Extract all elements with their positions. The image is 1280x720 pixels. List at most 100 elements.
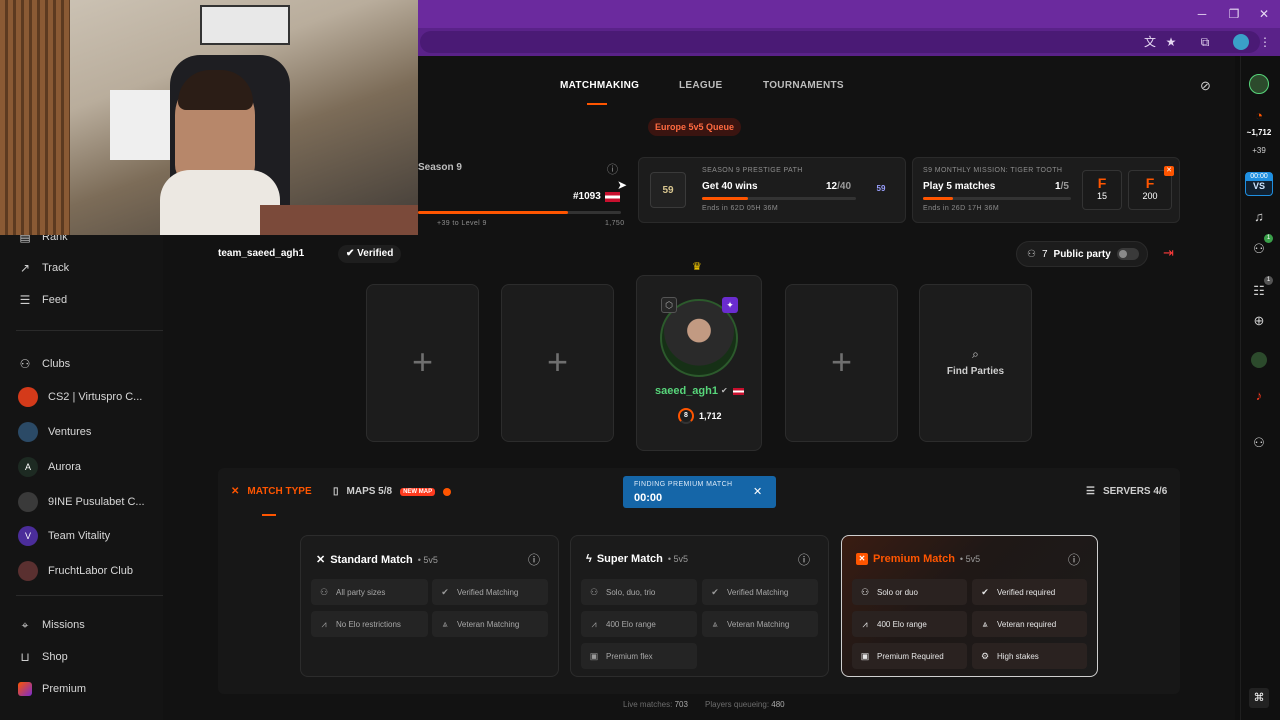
tab-league[interactable]: LEAGUE (679, 80, 722, 91)
profile-avatar[interactable] (1233, 34, 1249, 50)
club-item[interactable]: 9INE Pusulabet C... (18, 492, 145, 512)
restore-icon[interactable]: ❐ (1226, 6, 1242, 22)
club-item[interactable]: Ventures (18, 422, 91, 442)
headset-icon[interactable]: ♪ (1250, 387, 1268, 405)
mission-progress-fill (923, 197, 953, 200)
premium-icon (18, 682, 32, 696)
card-chip: ✔ Verified required (972, 579, 1087, 605)
card-title: Super Match (596, 553, 663, 565)
party-list-icon[interactable]: ☷ (1250, 282, 1268, 300)
user-avatar[interactable] (1249, 74, 1269, 94)
find-parties-slot[interactable]: ⌕ Find Parties (919, 284, 1032, 442)
card-title: Premium Match (873, 553, 955, 565)
party-icon: ⚇ (1027, 248, 1036, 260)
tab-match-type[interactable]: ✕ MATCH TYPE (231, 486, 312, 497)
elo-icon: ⩘ (591, 618, 597, 629)
gauge-icon: ◔ (1255, 108, 1263, 123)
map-icon: ▯ (333, 486, 339, 497)
extensions-icon[interactable]: ⧉ (1197, 34, 1213, 50)
contacts-icon[interactable]: ⚇ (1250, 434, 1268, 452)
vs-icon: VS (1252, 181, 1265, 191)
party-icon: ⚇ (860, 586, 870, 597)
invite-slot[interactable]: + (366, 284, 479, 442)
club-avatar (18, 561, 38, 581)
party-icon: ⚇ (319, 586, 329, 597)
notifications-off-icon[interactable]: ⊘ (1200, 78, 1211, 94)
mission-ends: Ends in 26D 17H 36M (923, 205, 1000, 212)
elo-icon: ⩘ (321, 618, 327, 629)
high-stakes-icon: ⚙ (980, 650, 990, 661)
add-circle-icon[interactable]: ⊕ (1250, 312, 1268, 330)
servers-icon: ☰ (1086, 486, 1095, 497)
mission-total: /5 (1060, 181, 1069, 192)
standard-icon: ✕ (316, 554, 326, 566)
tab-servers[interactable]: ☰ SERVERS 4/6 (1086, 486, 1167, 497)
live-matches: Live matches: 703 (623, 700, 688, 709)
divider (16, 330, 163, 331)
card-chip: ⚙ High stakes (972, 643, 1087, 669)
card-chip: ✔ Verified Matching (432, 579, 548, 605)
info-icon[interactable]: ⓘ (607, 161, 618, 177)
player-name[interactable]: saeed_agh1 (655, 385, 718, 397)
card-chip: ⩘ No Elo restrictions (311, 611, 428, 637)
tab-tournaments[interactable]: TOURNAMENTS (763, 80, 844, 91)
star-icon[interactable]: ★ (1163, 34, 1179, 50)
info-icon[interactable]: ⓘ (798, 551, 810, 568)
sidebar-item-feed[interactable]: ☰ Feed (18, 290, 67, 310)
address-bar[interactable] (420, 31, 1260, 53)
info-icon[interactable]: ⓘ (528, 551, 540, 568)
match-type-icon: ✕ (231, 486, 240, 497)
translate-icon[interactable]: 文 (1142, 34, 1158, 50)
public-party-toggle[interactable] (1116, 248, 1139, 260)
sidebar-item-track[interactable]: ↗ Track (18, 258, 69, 278)
match-tab-underline (262, 514, 276, 516)
friends-icon[interactable]: ⚇ (1250, 240, 1268, 258)
sidebar-item-clubs[interactable]: ⚇ Clubs (18, 354, 71, 374)
chart-icon: ↗ (19, 261, 31, 275)
plus-icon: + (546, 341, 569, 382)
rank-position: #1093 (573, 191, 601, 202)
webcam-wall (0, 0, 70, 235)
season-progress-fill (418, 211, 568, 214)
finding-match-banner[interactable]: FINDING PREMIUM MATCH 00:00 ✕ (623, 476, 776, 508)
notification-dot (443, 487, 452, 496)
invite-slot[interactable]: + (501, 284, 614, 442)
leave-party-icon[interactable]: ⇥ (1163, 245, 1174, 261)
club-item[interactable]: A Aurora (18, 457, 81, 477)
party-icon: ⚇ (589, 586, 599, 597)
season-max-text: 1,750 (605, 220, 625, 227)
close-window-icon[interactable]: ✕ (1256, 6, 1272, 22)
queue-timer-widget[interactable]: 00:00 VS (1245, 172, 1273, 196)
menu-dots-icon[interactable]: ⋮ (1257, 34, 1273, 50)
club-item[interactable]: CS2 | Virtuspro C... (18, 387, 142, 407)
info-icon[interactable]: ⓘ (1068, 551, 1080, 568)
cancel-search-icon[interactable]: ✕ (753, 485, 762, 498)
club-item[interactable]: V Team Vitality (18, 526, 110, 546)
webcam-overlay (0, 0, 418, 235)
tab-maps[interactable]: ▯ MAPS 5/8 NEW MAP (333, 486, 452, 497)
verified-icon: ✔ (441, 586, 449, 597)
tab-matchmaking[interactable]: MATCHMAKING (560, 80, 639, 91)
elo-icon: ⩘ (862, 618, 868, 629)
mouse-cursor-icon: ➤ (617, 178, 628, 192)
prestige-total: /40 (837, 181, 852, 192)
crown-icon: ♛ (692, 261, 702, 273)
club-item[interactable]: FruchtLabor Club (18, 561, 133, 581)
prestige-progress-fill (702, 197, 748, 200)
minimize-icon[interactable]: ─ (1194, 6, 1210, 22)
invite-slot[interactable]: + (785, 284, 898, 442)
sidebar-item-shop[interactable]: ⊔ Shop (18, 647, 67, 667)
mission-star-icon: ✕ (1164, 166, 1174, 176)
new-map-badge: NEW MAP (400, 487, 436, 496)
card-chip: ⚇ All party sizes (311, 579, 428, 605)
club-avatar: V (18, 526, 38, 546)
friend-avatar[interactable] (1251, 352, 1267, 368)
app-logo-icon[interactable]: ⌘ (1249, 688, 1269, 708)
sidebar-item-premium[interactable]: Premium (18, 679, 86, 699)
search-icon: ⌕ (972, 347, 979, 361)
bell-icon[interactable]: ♫ (1250, 208, 1268, 226)
reward-tile: F 15 (1082, 170, 1122, 210)
prestige-ends: Ends in 62D 05H 36M (702, 205, 779, 212)
sidebar-item-missions[interactable]: ⌖ Missions (18, 615, 85, 635)
player-verified-icon: ✔ (721, 386, 728, 395)
